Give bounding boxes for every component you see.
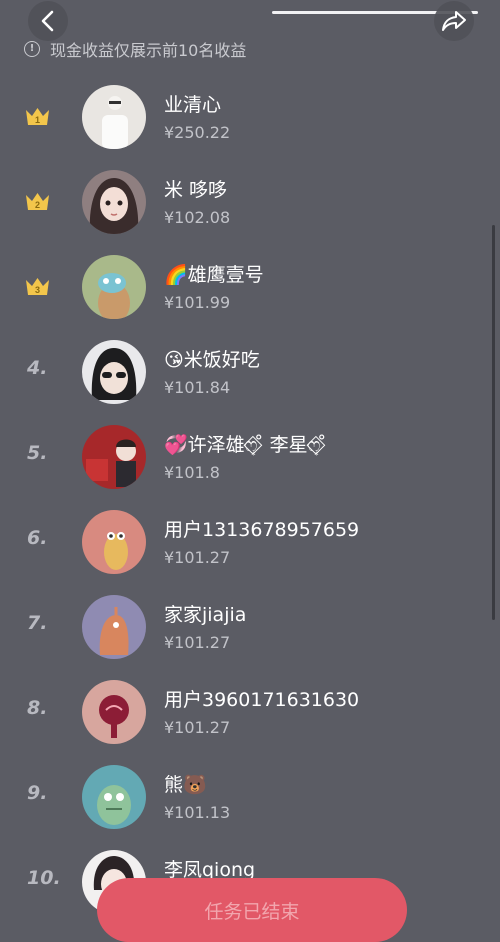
rank-number: 10.: [27, 867, 61, 889]
ranking-row[interactable]: 7. 家家jiajia ¥101.27: [0, 585, 500, 670]
avatar-image: [82, 85, 146, 149]
user-name: 业清心: [164, 94, 222, 116]
crown-rank-1-icon: 1: [26, 108, 49, 125]
notice-text: 现金收益仅展示前10名收益: [50, 41, 247, 60]
avatar[interactable]: [82, 85, 146, 149]
user-name: 💞许泽雄ෆ͙⃟ ̊ 李星ෆ͙⃟ ̊: [164, 434, 327, 456]
avatar[interactable]: [82, 340, 146, 404]
earnings-amount: ¥250.22: [164, 123, 231, 142]
user-name: 米 哆哆: [164, 179, 228, 201]
user-name: 用户3960171631630: [164, 689, 360, 711]
list-scrollbar[interactable]: [492, 225, 495, 620]
avatar-image: [82, 170, 146, 234]
ranking-row[interactable]: 1 业清心 ¥250.22: [0, 75, 500, 160]
avatar[interactable]: [82, 595, 146, 659]
task-ended-button[interactable]: 任务已结束: [97, 878, 407, 942]
rank-number: 5.: [27, 442, 48, 464]
share-button[interactable]: [434, 1, 474, 41]
ranking-row[interactable]: 5. 💞许泽雄ෆ͙⃟ ̊ 李星ෆ͙⃟ ̊ ¥101.8: [0, 415, 500, 500]
crown-rank-2-icon: 2: [26, 193, 49, 210]
user-name: 😘米饭好吃: [164, 349, 260, 371]
ranking-row[interactable]: 8. 用户3960171631630 ¥101.27: [0, 670, 500, 755]
crown-rank-3-icon: 3: [26, 278, 49, 295]
earnings-amount: ¥101.13: [164, 803, 231, 822]
crown-rank-label: 3: [35, 285, 40, 295]
user-name: 熊🐻: [164, 774, 207, 796]
avatar-image: [82, 765, 146, 829]
avatar-image: [82, 595, 146, 659]
user-name: 🌈雄鹰壹号: [164, 264, 264, 286]
rank-number: 9.: [27, 782, 48, 804]
ranking-row[interactable]: 2 米 哆哆 ¥102.08: [0, 160, 500, 245]
ranking-row[interactable]: 4. 😘米饭好吃 ¥101.84: [0, 330, 500, 415]
earnings-amount: ¥101.27: [164, 548, 231, 567]
earnings-notice: ! 现金收益仅展示前10名收益: [24, 38, 246, 60]
avatar[interactable]: [82, 510, 146, 574]
ranking-row[interactable]: 6. 用户1313678957659 ¥101.27: [0, 500, 500, 585]
avatar[interactable]: [82, 425, 146, 489]
earnings-amount: ¥101.8: [164, 463, 220, 482]
ranking-row[interactable]: 3 🌈雄鹰壹号 ¥101.99: [0, 245, 500, 330]
crown-rank-label: 2: [35, 200, 40, 210]
avatar-image: [82, 255, 146, 319]
rank-number: 4.: [27, 357, 48, 379]
top-bar: [0, 0, 500, 41]
rank-number: 6.: [27, 527, 48, 549]
avatar-image: [82, 680, 146, 744]
share-arrow-icon: [442, 11, 466, 31]
user-name: 用户1313678957659: [164, 519, 360, 541]
avatar[interactable]: [82, 680, 146, 744]
avatar-image: [82, 340, 146, 404]
earnings-amount: ¥101.27: [164, 633, 231, 652]
earnings-amount: ¥101.84: [164, 378, 231, 397]
rank-number: 8.: [27, 697, 48, 719]
avatar[interactable]: [82, 765, 146, 829]
back-button[interactable]: [28, 1, 68, 41]
avatar-image: [82, 425, 146, 489]
earnings-amount: ¥101.99: [164, 293, 231, 312]
avatar[interactable]: [82, 170, 146, 234]
user-name: 家家jiajia: [164, 604, 247, 626]
avatar-image: [82, 510, 146, 574]
crown-rank-label: 1: [35, 115, 40, 125]
ranking-row[interactable]: 9. 熊🐻 ¥101.13: [0, 755, 500, 840]
earnings-amount: ¥102.08: [164, 208, 231, 227]
avatar[interactable]: [82, 255, 146, 319]
info-icon: !: [24, 41, 40, 57]
earnings-amount: ¥101.27: [164, 718, 231, 737]
rank-number: 7.: [27, 612, 48, 634]
chevron-left-icon: [41, 10, 54, 32]
